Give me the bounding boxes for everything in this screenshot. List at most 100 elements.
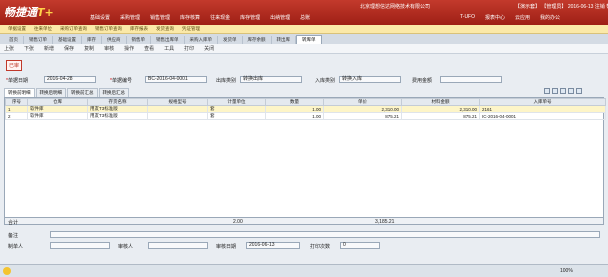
in-type-label: 入库类别 [315,78,336,84]
right-nav: T-UFO 报表中心 云应用 我的办公 [460,14,570,21]
insert-row-icon[interactable] [560,88,566,94]
tab-transfer-out[interactable]: 转出库 [272,36,296,44]
remark-field[interactable] [50,231,600,238]
main-nav: 基础设置 采购管理 销售管理 库存核算 往来现金 库存管理 出纳管理 总账 [90,14,320,21]
nav-ufo[interactable]: T-UFO [460,14,475,21]
grid-settings-icon[interactable] [568,88,574,94]
toolbar: 上张 下张 新增 保存 复制 审核 操作 查看 工具 打印 关闭 [0,44,608,54]
review-button[interactable]: 审核 [104,45,114,52]
tab-basic-settings[interactable]: 基础设置 [53,36,82,44]
table-row[interactable]: 2 软件库 用友T3标准版 套 1.00 875.21 875.21 IC-20… [5,112,606,120]
col-header-spec[interactable]: 规格型号 [147,98,208,106]
col-header-qty[interactable]: 数量 [265,98,324,106]
detail-grid: 序号 仓库 存货名称 规格型号 计量单位 数量 单价 材料金额 入库单号 1 软… [4,97,606,224]
bookmark-item[interactable]: 采购订单查询 [60,26,87,32]
col-header-item-name[interactable]: 存货名称 [87,98,148,106]
reviewer-label: 审核人 [118,244,134,250]
status-badge: 已审 [6,60,23,71]
nav-basic-settings[interactable]: 基础设置 [90,14,110,21]
user-link[interactable]: 【管理员】 [541,4,566,10]
tab-inventory[interactable]: 库存 [82,36,102,44]
subtab-before-summary[interactable]: 转换前汇总 [67,88,98,97]
form-header: *单据日期 2016-04-28 *单据编号 BC-2016-04-0001 出… [0,75,608,85]
totals-qty: 2.00 [233,219,243,225]
out-type-field[interactable]: 转换出库 [240,76,302,83]
col-header-amount[interactable]: 材料金额 [401,98,480,106]
subtab-after-summary[interactable]: 转换后汇总 [98,88,129,97]
tab-sales-order[interactable]: 销售订单 [24,36,53,44]
subtab-before-detail[interactable]: 转换前明细 [4,88,35,97]
tools-menu[interactable]: 工具 [164,45,174,52]
totals-amount: 3,185.21 [375,219,395,225]
export-icon[interactable] [576,88,582,94]
bookmark-item[interactable]: 凭证管理 [182,26,200,32]
remark-row: 备注 [0,231,608,240]
tab-sales-slip[interactable]: 销售单 [127,36,151,44]
nav-cloud-apps[interactable]: 云应用 [515,14,530,21]
nav-purchase[interactable]: 采购管理 [120,14,140,21]
out-type-label: 出库类别 [216,78,237,84]
detail-table: 序号 仓库 存货名称 规格型号 计量单位 数量 单价 材料金额 入库单号 1 软… [5,98,606,120]
col-header-warehouse[interactable]: 仓库 [27,98,88,106]
operate-menu[interactable]: 操作 [124,45,134,52]
nav-my-office[interactable]: 我的办公 [540,14,560,21]
bookmark-bar: 单据设置 往来单位 采购订单查询 销售订单查询 库存报表 发货查询 凭证管理 [0,25,608,34]
nav-inventory-accounting[interactable]: 库存核算 [180,14,200,21]
cost-field[interactable] [440,76,502,83]
tab-sales-outbound[interactable]: 销售出库单 [151,36,185,44]
tab-supplier[interactable]: 供应商 [102,36,127,44]
maker-field [50,242,110,249]
bookmark-item[interactable]: 往来单位 [34,26,52,32]
nav-inventory[interactable]: 库存管理 [240,14,260,21]
nav-sales[interactable]: 销售管理 [150,14,170,21]
nav-report-center[interactable]: 报表中心 [485,14,505,21]
code-field[interactable]: BC-2016-04-0001 [145,76,207,83]
next-button[interactable]: 下张 [24,45,34,52]
user-links: 【演示套】 【管理员】 2016-06-13 注销 帮助 [515,3,608,10]
close-button[interactable]: 关闭 [204,45,214,52]
notification-icon[interactable] [3,267,11,275]
reviewer-field [148,242,208,249]
save-button[interactable]: 保存 [64,45,74,52]
grid-tools [544,88,584,94]
nav-ledger[interactable]: 总账 [300,14,310,21]
logout-link[interactable]: 注销 [595,4,605,10]
in-type-field[interactable]: 转换入库 [339,76,401,83]
totals-row: 合计 2.00 3,185.21 [4,217,604,226]
date-label: *单据日期 [6,78,28,84]
copy-button[interactable]: 复制 [84,45,94,52]
prev-button[interactable]: 上张 [4,45,14,52]
col-header-price[interactable]: 单价 [323,98,402,106]
delete-row-icon[interactable] [552,88,558,94]
top-header: 畅捷通T+ 北京理想信达网络技术有限公司 【演示套】 【管理员】 2016-06… [0,0,608,25]
print-button[interactable]: 打印 [184,45,194,52]
tab-conversion-slip[interactable]: 转库单 [296,35,322,44]
col-header-unit[interactable]: 计量单位 [207,98,266,106]
view-menu[interactable]: 查看 [144,45,154,52]
nav-cashier[interactable]: 出纳管理 [270,14,290,21]
table-row[interactable]: 1 软件库 用友T3标准版 套 1.00 2,310.00 2,310.00 2… [5,105,606,113]
col-header-seq[interactable]: 序号 [5,98,28,106]
company-name: 北京理想信达网络技术有限公司 [360,4,431,10]
bookmark-item[interactable]: 单据设置 [8,26,26,32]
account-set-link[interactable]: 【演示套】 [515,4,540,10]
tab-home[interactable]: 首页 [4,36,24,44]
tab-delivery[interactable]: 发货单 [218,36,243,44]
nav-cash[interactable]: 往来现金 [210,14,230,21]
date-field[interactable]: 2016-04-28 [44,76,96,83]
bookmark-item[interactable]: 库存报表 [130,26,148,32]
add-row-icon[interactable] [544,88,550,94]
tab-stock-balance[interactable]: 库存余额 [243,36,272,44]
review-date-label: 审核日期 [216,244,237,250]
subtab-after-detail[interactable]: 转换后明细 [35,88,66,97]
status-bar: 100% [0,264,608,277]
bookmark-item[interactable]: 发货查询 [156,26,174,32]
new-button[interactable]: 新增 [44,45,54,52]
app-logo: 畅捷通T+ [4,4,54,20]
col-header-inbound-no[interactable]: 入库单号 [479,98,606,106]
print-count-field: 0 [340,242,380,249]
review-date-field: 2016-06-13 [246,242,300,249]
bookmark-item[interactable]: 销售订单查询 [95,26,122,32]
zoom-level[interactable]: 100% [560,268,573,274]
tab-purchase-inbound[interactable]: 采购入库单 [185,36,218,44]
